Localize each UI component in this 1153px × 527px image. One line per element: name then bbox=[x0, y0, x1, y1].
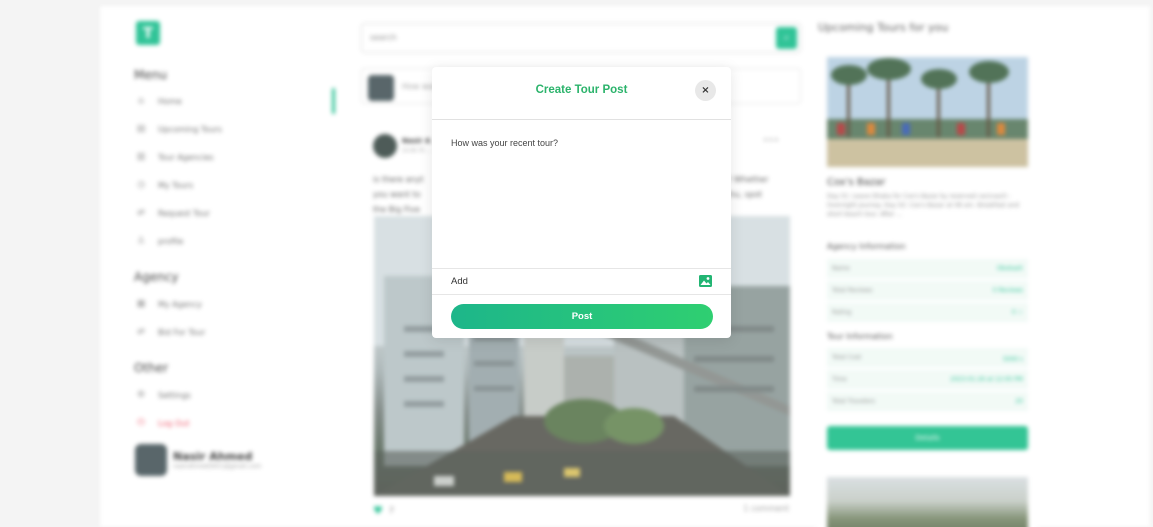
page: T Menu ⌂ Home ▤ Upcoming Tours ▥ Tour Ag… bbox=[0, 0, 1153, 527]
create-tour-post-modal: Create Tour Post × How was your recent t… bbox=[432, 67, 731, 338]
post-textarea[interactable]: How was your recent tour? bbox=[451, 138, 711, 268]
image-icon[interactable] bbox=[699, 275, 712, 287]
add-label: Add bbox=[451, 276, 468, 287]
add-media-row: Add bbox=[432, 268, 731, 295]
divider bbox=[432, 119, 731, 120]
close-icon: × bbox=[701, 85, 710, 96]
close-button[interactable]: × bbox=[695, 80, 716, 101]
post-button[interactable]: Post bbox=[451, 304, 713, 329]
modal-title: Create Tour Post bbox=[535, 84, 628, 96]
